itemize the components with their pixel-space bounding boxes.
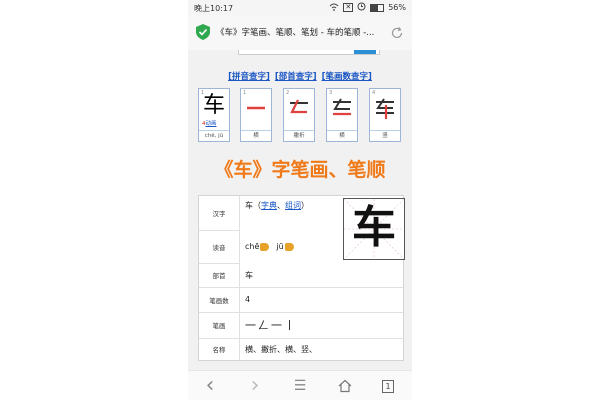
stroke-box-2: 2 撇折 <box>283 88 315 142</box>
stroke-num: 4 <box>372 90 376 96</box>
label-names: 名称 <box>199 338 240 360</box>
stroke-3-glyph <box>333 98 351 116</box>
menu-button[interactable]: ☰ <box>288 375 312 397</box>
status-icons: ✕ 56% <box>329 2 406 13</box>
wifi-icon <box>329 3 339 13</box>
link-stroke-count-lookup[interactable]: [笔画数查字] <box>322 72 372 82</box>
link-word-group[interactable]: 组词 <box>285 201 301 211</box>
tab-count: 1 <box>382 379 394 393</box>
stroke-caption: 横 <box>327 130 357 142</box>
page-heading: 《车》字笔画、笔顺 <box>214 159 386 181</box>
stroke-caption: 撇折 <box>284 130 314 142</box>
label-radical: 部首 <box>199 263 240 288</box>
link-radical-lookup[interactable]: [部首查字] <box>275 72 317 82</box>
lookup-links: [拼音查字] [部首查字] [笔画数查字] <box>188 70 412 82</box>
stroke-num: 1 <box>243 90 247 96</box>
label-strokes: 笔画 <box>199 312 240 339</box>
menu-icon: ☰ <box>293 378 307 394</box>
web-content: [拼音查字] [部首查字] [笔画数查字] 1 车 4动画 chē, jū 1 … <box>188 50 412 370</box>
label-hanzi: 汉字 <box>199 196 240 231</box>
reload-icon[interactable] <box>390 25 404 39</box>
stroke-caption: chē, jū <box>199 130 229 142</box>
stroke-num: 2 <box>286 90 290 96</box>
stroke-1-glyph <box>247 106 265 110</box>
stroke-box-3: 3 横 <box>326 88 358 142</box>
back-icon: ‹ <box>205 373 215 398</box>
status-bar: 晚上10:17 ✕ 56% <box>188 0 412 15</box>
label-pinyin: 读音 <box>199 230 240 264</box>
home-button[interactable] <box>333 375 357 397</box>
battery-fill <box>371 4 378 11</box>
stroke-4-glyph <box>376 98 394 119</box>
speaker-icon[interactable] <box>284 242 294 251</box>
character-info-table: 汉字 车（字典、组词） 读音 chē jū 部首 车 笔画数 4 笔画 一𠃋一丨 … <box>198 195 405 361</box>
tabs-button[interactable]: 1 <box>376 375 400 397</box>
value-radical: 车 <box>245 270 253 280</box>
forward-icon: › <box>250 373 260 398</box>
battery-percent: 56% <box>388 3 406 12</box>
home-icon <box>338 379 352 393</box>
stroke-glyph: 车 <box>203 93 226 118</box>
value-stroke-count: 4 <box>245 295 251 304</box>
stroke-box-1: 1 横 <box>240 88 272 142</box>
link-dictionary[interactable]: 字典 <box>261 201 277 211</box>
stroke-caption: 竖 <box>370 130 400 142</box>
bottom-nav-bar: ‹ › ☰ 1 <box>188 370 412 400</box>
battery-icon <box>370 3 385 12</box>
link-pinyin-lookup[interactable]: [拼音查字] <box>228 72 270 82</box>
alarm-icon <box>357 2 366 13</box>
status-time: 晚上10:17 <box>194 4 234 13</box>
address-bar[interactable]: 《车》字笔画、笔顺、笔划 - 车的笔顺 -... <box>188 15 412 51</box>
stroke-caption: 横 <box>241 130 271 142</box>
label-stroke-count: 笔画数 <box>199 287 240 313</box>
value-strokes: 一𠃋一丨 <box>245 319 297 332</box>
back-button[interactable]: ‹ <box>198 375 222 397</box>
phone-screen: 晚上10:17 ✕ 56% 《车》字笔画、笔顺、笔划 - 车的笔顺 -... [… <box>188 0 412 400</box>
character-image: 车 <box>343 198 405 260</box>
stroke-box-full[interactable]: 1 车 4动画 chē, jū <box>198 88 230 142</box>
value-names: 横、撇折、横、竖、 <box>245 344 317 354</box>
signal-x-icon: ✕ <box>343 3 354 12</box>
row-divider <box>239 287 403 288</box>
stroke-num: 3 <box>329 90 333 96</box>
animation-link[interactable]: 4动画 <box>202 119 217 127</box>
speaker-icon[interactable] <box>260 242 270 251</box>
stroke-2-glyph <box>290 99 308 114</box>
search-button[interactable] <box>354 50 376 54</box>
large-character: 车 <box>352 202 396 253</box>
shield-check-icon <box>196 24 210 40</box>
forward-button[interactable]: › <box>243 375 267 397</box>
stroke-order-row: 1 车 4动画 chē, jū 1 横 2 撇折 3 横 4 竖 <box>198 88 402 142</box>
stroke-box-4: 4 竖 <box>369 88 401 142</box>
value-pinyin: chē jū <box>245 230 295 263</box>
page-title[interactable]: 《车》字笔画、笔顺、笔划 - 车的笔顺 -... <box>216 26 381 38</box>
